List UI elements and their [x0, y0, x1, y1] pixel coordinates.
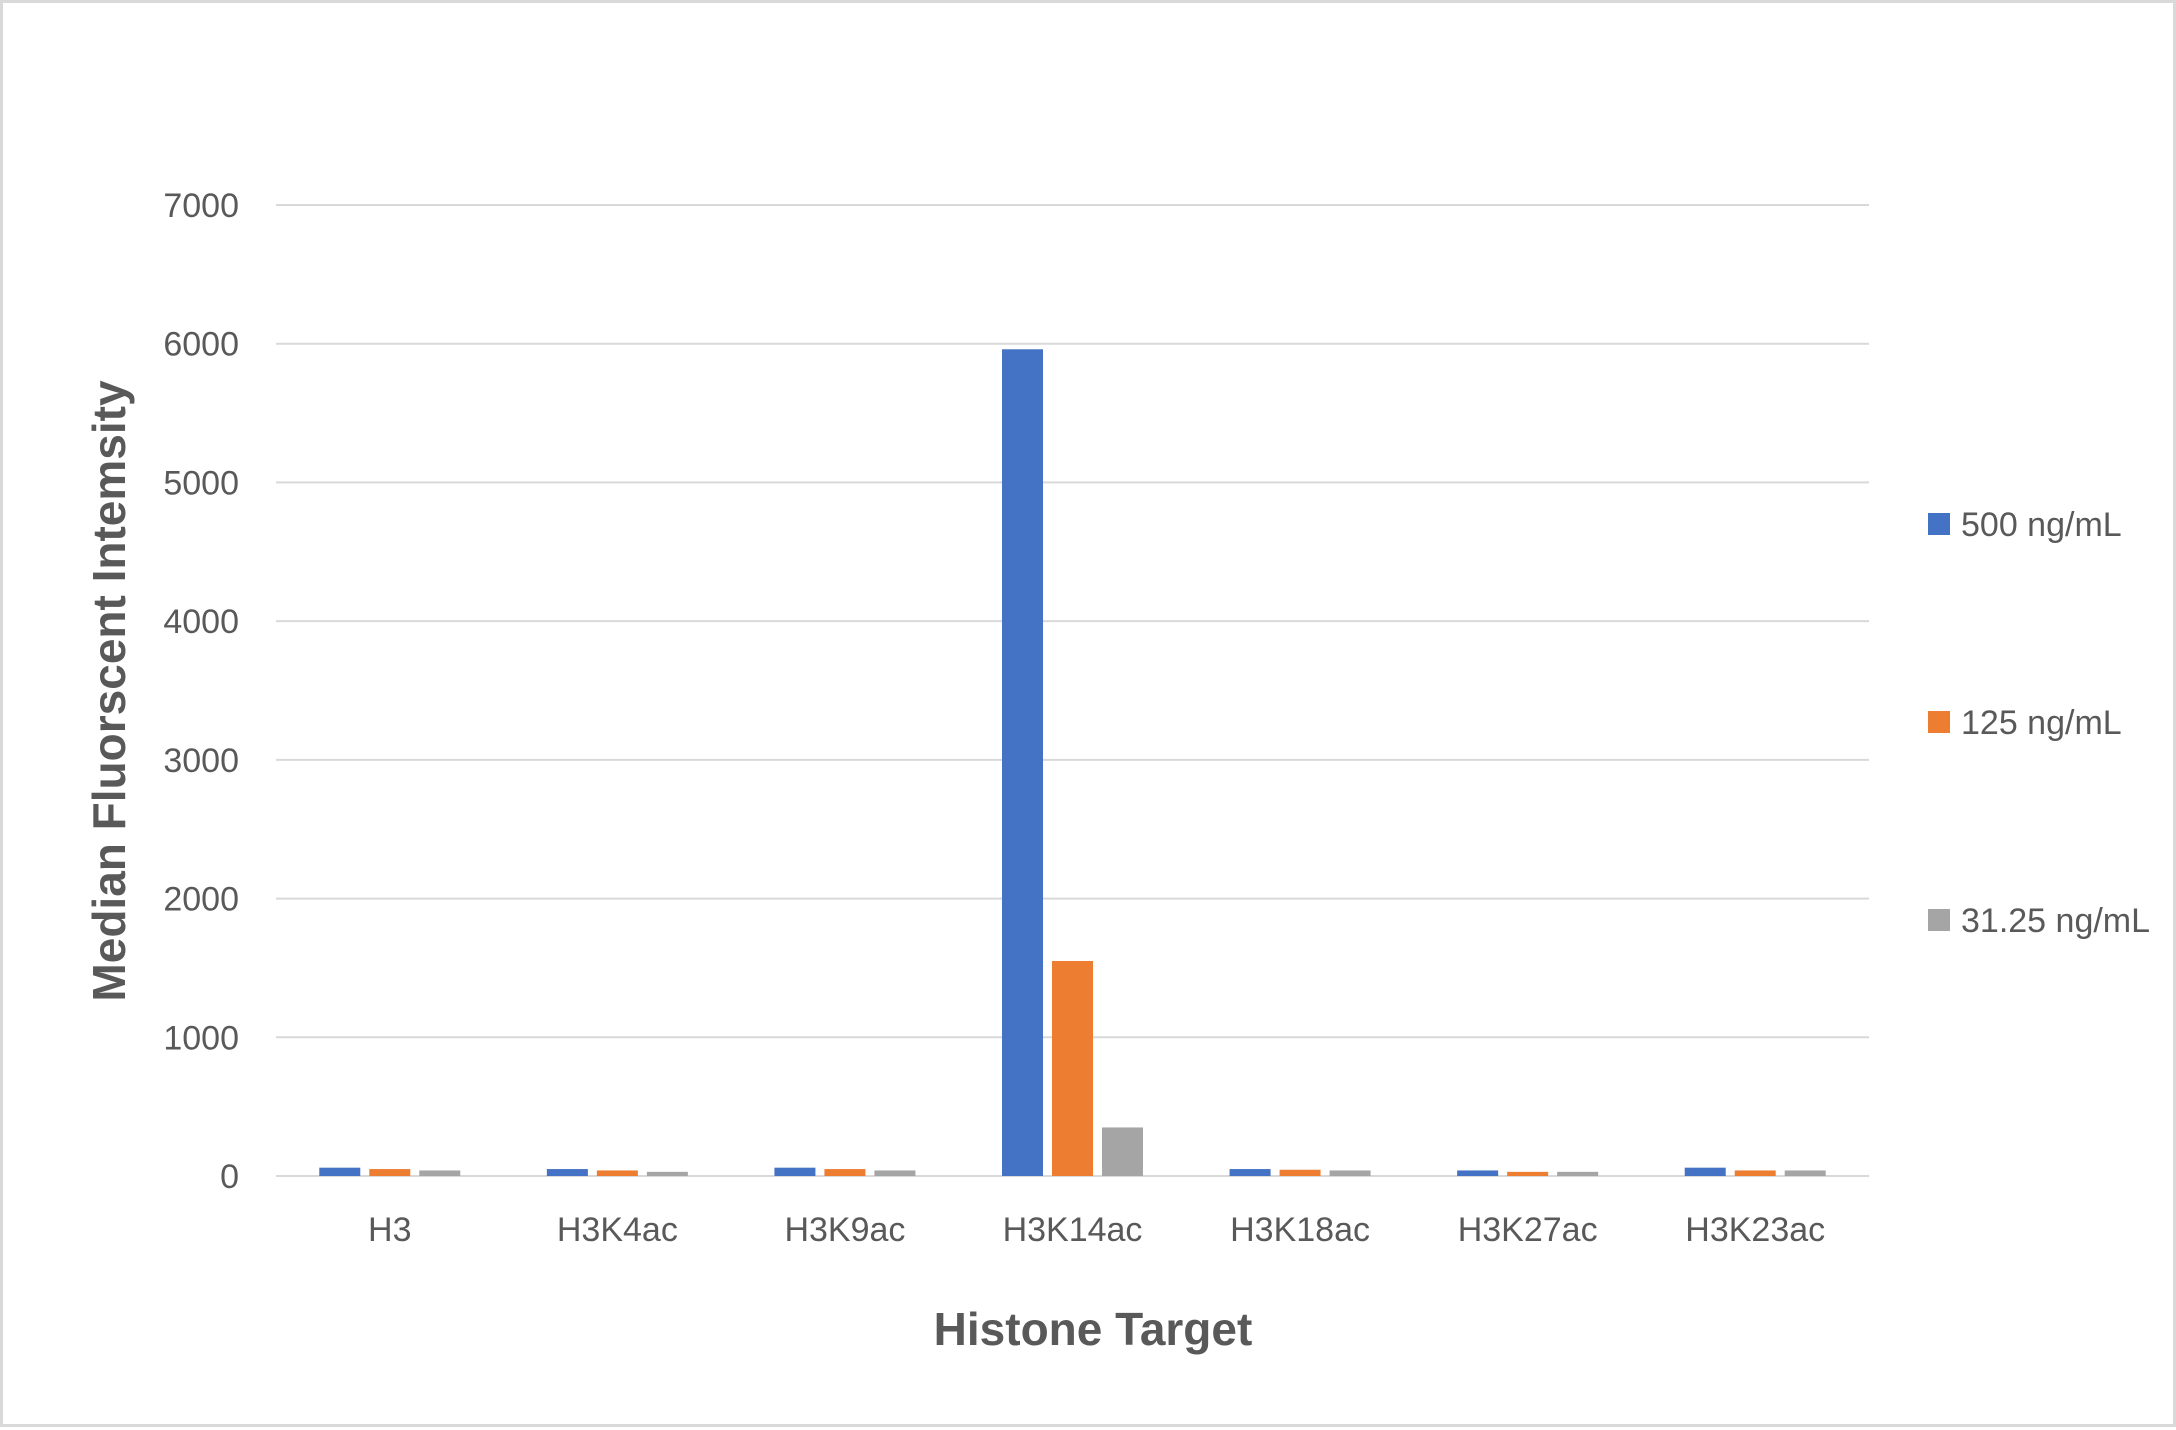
bar — [369, 1169, 411, 1176]
x-axis-title: Histone Target — [934, 1303, 1253, 1355]
y-tick-label: 0 — [220, 1158, 239, 1196]
y-axis-title: Median Fluorscent Intemsity — [83, 380, 135, 1002]
bar — [1734, 1170, 1776, 1176]
bar — [1784, 1170, 1826, 1176]
bar — [824, 1169, 866, 1176]
bars — [319, 349, 1826, 1177]
bar — [1557, 1171, 1599, 1176]
legend-label: 31.25 ng/mL — [1961, 902, 2150, 940]
chart-frame: 0 1000 2000 3000 4000 5000 6000 7000 H3 H3K4ac H3… — [0, 0, 2176, 1427]
bar — [1002, 349, 1043, 1177]
legend-label: 125 ng/mL — [1961, 704, 2122, 742]
y-tick-label: 7000 — [163, 187, 239, 225]
x-tick-label: H3K9ac — [784, 1211, 905, 1249]
bar — [774, 1167, 816, 1176]
x-tick-label: H3 — [368, 1211, 411, 1249]
x-tick-label: H3K14ac — [1003, 1211, 1143, 1249]
bar — [1229, 1169, 1271, 1176]
y-tick-label: 6000 — [163, 326, 239, 364]
bar — [1052, 960, 1093, 1176]
bar — [1457, 1170, 1499, 1176]
bar — [1329, 1170, 1371, 1176]
legend-swatch — [1928, 711, 1950, 733]
bar — [419, 1170, 461, 1176]
y-tick-label: 5000 — [163, 464, 239, 502]
bar — [596, 1170, 638, 1176]
bar — [646, 1171, 688, 1176]
x-tick-labels: H3 H3K4ac H3K9ac H3K14ac H3K18ac H3K27ac H3K23… — [368, 1211, 1825, 1249]
legend-swatch — [1928, 513, 1950, 535]
legend-label: 500 ng/mL — [1961, 506, 2122, 544]
bar — [1507, 1171, 1549, 1176]
bar — [319, 1167, 361, 1176]
x-tick-label: H3K18ac — [1230, 1211, 1370, 1249]
bar — [1102, 1127, 1143, 1176]
x-tick-label: H3K4ac — [557, 1211, 678, 1249]
bar — [1279, 1169, 1321, 1176]
bar — [1684, 1167, 1726, 1176]
y-tick-label: 3000 — [163, 742, 239, 780]
y-tick-label: 4000 — [163, 603, 239, 641]
legend-swatch — [1928, 909, 1950, 931]
y-tick-label: 2000 — [163, 881, 239, 919]
bar-chart: 01000200030004000500060007000 H3 H3K4ac H3… — [83, 187, 2150, 1355]
bar — [546, 1169, 588, 1176]
bar — [874, 1170, 916, 1176]
x-tick-label: H3K23ac — [1685, 1211, 1825, 1249]
y-tick-labels: 0 1000 2000 3000 4000 5000 6000 7000 — [163, 187, 239, 1196]
legend: 500 ng/mL 125 ng/mL 31.25 ng/mL — [1928, 506, 2150, 940]
y-tick-label: 1000 — [163, 1019, 239, 1057]
x-tick-label: H3K27ac — [1458, 1211, 1598, 1249]
